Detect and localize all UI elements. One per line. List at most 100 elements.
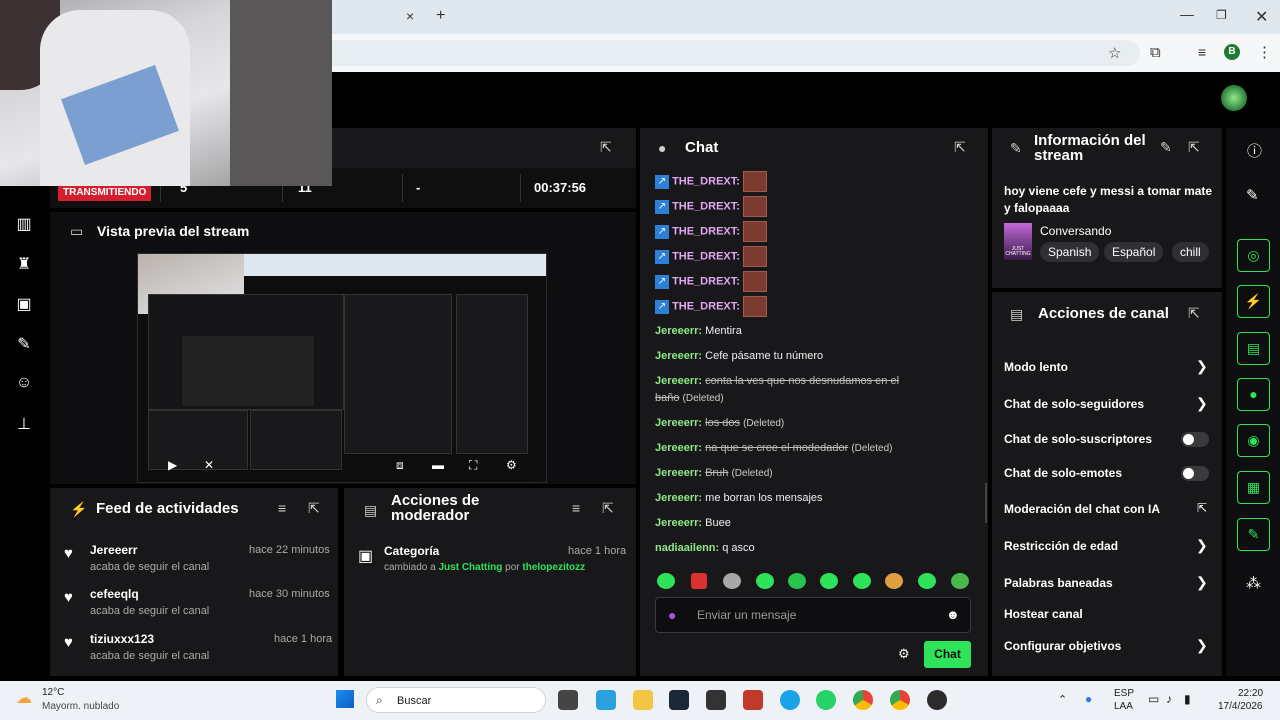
nodes-icon[interactable]: ⁂ (1246, 574, 1261, 592)
clip-icon[interactable]: ◎ (1237, 239, 1270, 272)
notes-icon[interactable]: ▤ (1237, 332, 1270, 365)
chevron-right-icon[interactable]: ❯ (1196, 395, 1208, 412)
popout-icon[interactable]: ⇱ (308, 500, 320, 517)
wrench-icon[interactable]: ✎ (12, 334, 36, 354)
app-icon[interactable] (927, 690, 947, 710)
language-line2[interactable]: LAA (1114, 701, 1133, 712)
slow-mode-row[interactable]: Modo lento (1004, 360, 1068, 374)
popout-icon[interactable]: ⇱ (954, 139, 966, 156)
pencil-icon[interactable]: ✎ (1246, 186, 1259, 204)
chevron-right-icon[interactable]: ❯ (1196, 537, 1208, 554)
weather-temp[interactable]: 12°C (42, 687, 64, 698)
task-view-icon[interactable] (558, 690, 578, 710)
file-explorer-icon[interactable] (633, 690, 653, 710)
chrome-profile-icon[interactable] (890, 690, 910, 710)
restore-icon[interactable]: ❐ (1216, 8, 1227, 22)
chevron-right-icon[interactable]: ❯ (1196, 637, 1208, 654)
minimize-icon[interactable]: — (1180, 6, 1194, 22)
mute-icon[interactable]: ✕ (204, 458, 214, 472)
app-icon[interactable] (743, 690, 763, 710)
video-icon[interactable]: ▣ (12, 294, 36, 314)
trophy-icon[interactable]: ♜ (12, 254, 36, 274)
popout-icon[interactable]: ⇱ (1188, 305, 1200, 322)
emote-icon[interactable] (918, 573, 936, 589)
emotes-only-toggle[interactable] (1181, 466, 1209, 481)
ai-moderation-row[interactable]: Moderación del chat con IA (1004, 502, 1160, 516)
popout-icon[interactable]: ⇱ (600, 139, 612, 156)
chevron-right-icon[interactable]: ❯ (1196, 358, 1208, 375)
microphone-icon[interactable]: ● (668, 607, 676, 623)
weather-desc[interactable]: Mayorm. nublado (42, 701, 119, 712)
close-window-icon[interactable]: ✕ (1255, 7, 1268, 27)
edit-icon[interactable]: ✎ (1160, 139, 1172, 156)
chevron-right-icon[interactable]: ❯ (1196, 574, 1208, 591)
bolt-icon[interactable]: ⚡ (1237, 285, 1270, 318)
users-icon[interactable]: ☺ (12, 374, 36, 392)
whatsapp-icon[interactable] (816, 690, 836, 710)
microphone-icon[interactable]: ● (1085, 692, 1092, 706)
stream-preview-video[interactable]: ▶ ✕ ⧈ ▬ ⛶ ⚙ (137, 253, 547, 483)
chat-scrollbar[interactable] (985, 483, 987, 523)
url-field[interactable] (310, 40, 1140, 66)
start-icon[interactable] (336, 690, 354, 708)
bookmark-star-icon[interactable]: ☆ (1108, 44, 1121, 62)
age-restriction-row[interactable]: Restricción de edad (1004, 539, 1118, 553)
analytics-icon[interactable]: ▥ (12, 214, 36, 234)
taskbar-search[interactable]: ⌕ Buscar (366, 687, 546, 713)
battery-icon[interactable]: ▮ (1184, 692, 1191, 706)
chat-settings-icon[interactable]: ⚙ (898, 646, 910, 662)
user-link[interactable]: thelopezitozz (522, 562, 585, 573)
emote-icon[interactable] (820, 573, 838, 589)
emote-icon[interactable] (885, 573, 903, 589)
layout-icon[interactable]: ▦ (1237, 471, 1270, 504)
chrome-icon[interactable] (853, 690, 873, 710)
theater-icon[interactable]: ▬ (432, 458, 444, 472)
emote-icon[interactable] (723, 573, 741, 589)
emote-icon[interactable] (756, 573, 774, 589)
language-line1[interactable]: ESP (1114, 688, 1134, 699)
close-tab-icon[interactable]: × (406, 8, 414, 24)
followers-only-row[interactable]: Chat de solo-seguidores (1004, 397, 1144, 411)
popout-icon[interactable]: ⇱ (1188, 139, 1200, 156)
emote-icon[interactable] (691, 573, 707, 589)
tag-chip[interactable]: Spanish (1040, 242, 1100, 262)
tag-chip[interactable]: Español (1104, 242, 1164, 262)
emote-icon[interactable] (853, 573, 871, 589)
chat-bubble-icon[interactable]: ● (1237, 378, 1270, 411)
profile-avatar[interactable]: B (1224, 44, 1240, 60)
info-icon[interactable]: ⓘ (1247, 140, 1262, 161)
pip-icon[interactable]: ⧈ (396, 458, 404, 473)
filter-icon[interactable]: ≡ (278, 500, 286, 516)
chat-send-button[interactable]: Chat (924, 641, 971, 668)
emote-icon[interactable] (657, 573, 675, 589)
emote-icon[interactable] (788, 573, 806, 589)
app-icon[interactable] (596, 690, 616, 710)
wrench-icon[interactable]: ✎ (1237, 518, 1270, 551)
unity-icon[interactable] (706, 690, 726, 710)
host-channel-row[interactable]: Hostear canal (1004, 607, 1083, 621)
chat-message-input[interactable]: ● Enviar un mensaje ☻ (655, 597, 971, 633)
emotes-only-row[interactable]: Chat de solo-emotes (1004, 466, 1122, 480)
dashboard-icon[interactable]: ⊥ (12, 414, 36, 434)
popout-icon[interactable]: ⇱ (602, 500, 614, 517)
steam-icon[interactable] (669, 690, 689, 710)
extensions-icon[interactable]: ⧉ (1150, 44, 1161, 61)
play-icon[interactable]: ▶ (168, 458, 177, 472)
emote-icon[interactable] (951, 573, 969, 589)
tray-chevron-icon[interactable]: ⌃ (1058, 693, 1067, 706)
sidepanel-icon[interactable]: ≡ (1198, 44, 1206, 60)
settings-icon[interactable]: ⚙ (506, 458, 517, 472)
subs-only-row[interactable]: Chat de solo-suscriptores (1004, 432, 1152, 446)
subs-only-toggle[interactable] (1181, 432, 1209, 447)
user-avatar[interactable] (1221, 85, 1247, 111)
edge-icon[interactable] (780, 690, 800, 710)
volume-icon[interactable]: ♪ (1166, 692, 1172, 706)
filter-icon[interactable]: ≡ (572, 500, 580, 516)
banned-words-row[interactable]: Palabras baneadas (1004, 576, 1113, 590)
external-link-icon[interactable]: ⇱ (1197, 501, 1207, 515)
tag-chip[interactable]: chill (1172, 242, 1209, 262)
category-link[interactable]: Just Chatting (438, 562, 502, 573)
clock-time[interactable]: 22:20 (1238, 688, 1263, 699)
menu-kebab-icon[interactable]: ⋮ (1257, 43, 1272, 61)
goals-row[interactable]: Configurar objetivos (1004, 639, 1121, 653)
